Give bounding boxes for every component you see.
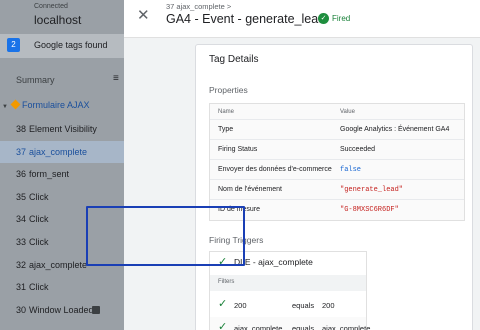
host-name: localhost	[34, 13, 82, 27]
check-icon: ✓	[218, 321, 228, 330]
event-label: Click	[29, 214, 49, 225]
filter-variable: ajax_complete	[234, 324, 283, 330]
panel-header: ✕ 37 ajax_complete > GA4 - Event - gener…	[124, 0, 480, 38]
properties-title: Properties	[209, 85, 248, 95]
sidebar-item-36[interactable]: 36 form_sent	[0, 163, 124, 186]
event-number: 32	[16, 259, 27, 270]
expand-caret-icon: ▼	[2, 104, 8, 110]
breadcrumb[interactable]: 37 ajax_complete >	[166, 2, 231, 11]
event-label: Click	[29, 237, 49, 247]
event-label: Click	[29, 191, 49, 202]
table-row: Type Google Analytics : Événement GA4	[210, 120, 464, 140]
connection-label: Connected	[34, 3, 68, 10]
sidebar-item-34[interactable]: 34 Click	[0, 208, 124, 231]
sidebar-item-35[interactable]: 35 Click	[0, 186, 124, 209]
status-badge: ✓ Fired	[318, 13, 350, 24]
property-value: Succeeded	[340, 146, 376, 153]
filter-value: ajax_complete	[322, 324, 371, 330]
table-row: Nom de l'événement "generate_lead"	[210, 180, 464, 200]
close-icon[interactable]: ✕	[137, 6, 150, 24]
event-label: Window Loaded	[29, 304, 94, 315]
event-label: ajax_complete	[29, 259, 88, 270]
property-name: Type	[218, 126, 234, 133]
property-value: Google Analytics : Événement GA4	[340, 126, 450, 133]
firing-triggers-title: Firing Triggers	[209, 235, 264, 245]
filters-label: Filters	[218, 279, 235, 285]
sidebar-item-37[interactable]: 37 ajax_complete	[0, 140, 124, 164]
event-number: 35	[16, 191, 27, 202]
property-value: "generate_lead"	[340, 186, 404, 194]
event-label: form_sent	[29, 169, 70, 180]
check-circle-icon: ✓	[318, 13, 329, 24]
event-number: 37	[16, 146, 27, 157]
event-number: 31	[16, 282, 27, 293]
diamond-icon	[10, 99, 21, 110]
trigger-name: DLE - ajax_complete	[234, 257, 313, 267]
event-number: 36	[16, 169, 27, 180]
sidebar-item-33[interactable]: 33 Click	[0, 231, 124, 254]
property-value: false	[340, 166, 362, 174]
property-name: Envoyer des données d'e-commerce	[218, 166, 332, 173]
property-value: "G-8MXSC6R6DF"	[340, 206, 399, 214]
event-label: Element Visibility	[29, 124, 97, 134]
sidebar-item-31[interactable]: 31 Click	[0, 276, 124, 299]
sidebar-item-38[interactable]: 38 Element Visibility	[0, 118, 124, 141]
table-row: Envoyer des données d'e-commerce false	[210, 160, 464, 180]
column-header-name: Name	[218, 109, 235, 115]
property-name: ID de mesure	[218, 206, 261, 213]
clear-list-icon[interactable]: ≡	[113, 73, 119, 84]
panel-body: Tag Details Properties Name Value Type Go…	[124, 38, 480, 330]
properties-table: Name Value Type Google Analytics : Événem…	[209, 103, 465, 221]
check-icon: ✓	[218, 298, 228, 310]
filters-header: Filters	[210, 275, 366, 291]
filter-operator: equals	[292, 324, 315, 330]
event-number: 38	[16, 124, 27, 134]
tag-details-card: Tag Details Properties Name Value Type Go…	[195, 44, 473, 330]
filter-variable: 200	[234, 301, 247, 310]
tags-count-badge: 2	[7, 38, 20, 52]
check-icon: ✓	[218, 256, 228, 268]
filter-operator: equals	[292, 301, 315, 310]
tags-found-row[interactable]: 2 Google tags found	[0, 34, 124, 58]
tag-details-panel: ✕ 37 ajax_complete > GA4 - Event - gener…	[124, 0, 480, 330]
property-name: Firing Status	[218, 146, 258, 153]
table-row: Firing Status Succeeded	[210, 140, 464, 160]
event-number: 34	[16, 214, 27, 225]
event-number: 33	[16, 237, 27, 247]
column-header-value: Value	[340, 109, 355, 115]
filter-value: 200	[322, 301, 335, 310]
event-label: Click	[29, 282, 49, 293]
sidebar-group-formulaire-ajax[interactable]: ▼ Formulaire AJAX	[2, 99, 90, 110]
filter-row: ✓ ajax_complete equals ajax_complete	[210, 317, 370, 330]
sidebar-item-32[interactable]: 32 ajax_complete	[0, 254, 124, 277]
table-header: Name Value	[210, 104, 464, 120]
event-number: 30	[16, 304, 27, 315]
group-label: Formulaire AJAX	[21, 100, 90, 110]
filter-row: ✓ 200 equals 200	[210, 294, 366, 316]
page-navigation-icon	[92, 305, 100, 314]
event-label: ajax_complete	[29, 146, 88, 157]
page-title: GA4 - Event - generate_lead	[166, 12, 326, 26]
status-label: Fired	[332, 14, 351, 23]
sidebar-item-30[interactable]: 30 Window Loaded	[0, 299, 124, 322]
property-name: Nom de l'événement	[218, 186, 282, 193]
sidebar: Connected localhost 2 Google tags found …	[0, 0, 124, 330]
tags-found-label: Google tags found	[34, 40, 108, 50]
card-title: Tag Details	[209, 54, 259, 65]
table-row: ID de mesure "G-8MXSC6R6DF"	[210, 200, 464, 220]
trigger-card: ✓ DLE - ajax_complete Filters ✓ 200 equals…	[209, 251, 370, 330]
summary-item[interactable]: Summary	[16, 75, 55, 85]
